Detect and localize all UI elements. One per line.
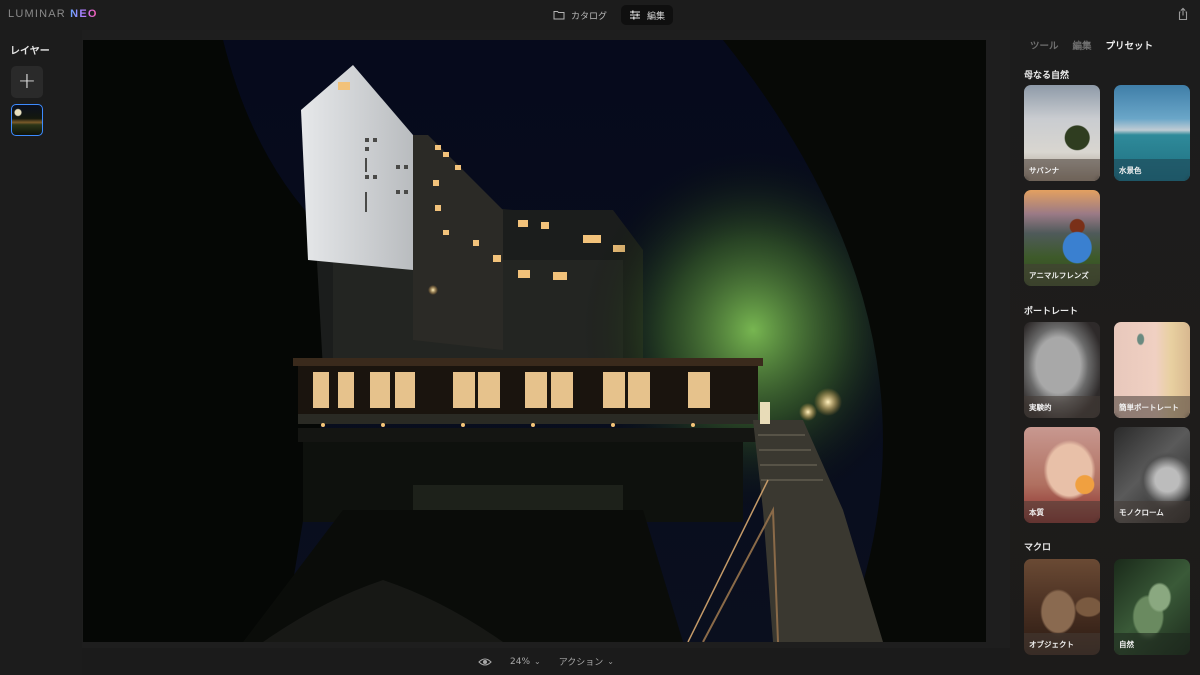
preset-card-object[interactable]: オブジェクト <box>1024 559 1100 655</box>
section-title-macro: マクロ <box>1024 543 1052 553</box>
catalog-mode-button[interactable]: カタログ <box>545 5 615 25</box>
preset-card-waterscape[interactable]: 水景色 <box>1114 85 1190 181</box>
preset-card-experimental[interactable]: 実験的 <box>1024 322 1100 418</box>
photo-canvas[interactable] <box>83 40 986 642</box>
catalog-mode-label: カタログ <box>571 11 608 22</box>
preset-label: 実験的 <box>1024 396 1100 418</box>
preset-label: オブジェクト <box>1024 633 1100 655</box>
actions-dropdown[interactable]: アクション ⌄ <box>559 655 614 668</box>
preview-toggle[interactable] <box>478 657 492 667</box>
preset-label: 水景色 <box>1114 159 1190 181</box>
bottom-toolbar: 24% ⌄ アクション ⌄ <box>82 648 1010 675</box>
preset-card-easy-portrait[interactable]: 簡単ポートレート <box>1114 322 1190 418</box>
preset-card-essence[interactable]: 本質 <box>1024 427 1100 523</box>
preset-label: 自然 <box>1114 633 1190 655</box>
preset-card-monochrome[interactable]: モノクローム <box>1114 427 1190 523</box>
layers-panel: レイヤー + <box>0 30 82 675</box>
canvas-area <box>82 30 1010 648</box>
edit-mode-button[interactable]: 編集 <box>621 5 674 25</box>
preset-card-nature[interactable]: 自然 <box>1114 559 1190 655</box>
tab-presets[interactable]: プリセット <box>1106 38 1154 52</box>
tab-edit[interactable]: 編集 <box>1073 38 1092 52</box>
section-title-nature: 母なる自然 <box>1024 71 1070 81</box>
plus-icon: + <box>17 69 37 94</box>
share-icon[interactable] <box>1176 7 1190 21</box>
add-layer-button[interactable]: + <box>11 66 43 98</box>
panel-tabs: ツール 編集 プリセット <box>1030 38 1153 52</box>
logo-accent: NEO <box>70 8 98 20</box>
preset-label: モノクローム <box>1114 501 1190 523</box>
layer-thumbnail[interactable] <box>11 104 43 136</box>
tab-tools[interactable]: ツール <box>1030 38 1059 52</box>
preset-label: アニマルフレンズ <box>1024 264 1100 286</box>
zoom-value: 24% <box>510 656 531 667</box>
mode-switcher: カタログ 編集 <box>545 5 674 25</box>
actions-label: アクション <box>558 658 604 668</box>
zoom-dropdown[interactable]: 24% ⌄ <box>510 657 541 667</box>
logo-primary: LUMINAR <box>8 8 66 20</box>
section-title-portrait: ポートレート <box>1024 307 1079 317</box>
eye-icon <box>478 657 492 666</box>
preset-label: 簡単ポートレート <box>1114 396 1190 418</box>
preset-label: サバンナ <box>1024 159 1100 181</box>
chevron-down-icon: ⌄ <box>534 657 541 666</box>
layers-title: レイヤー <box>10 46 50 57</box>
sliders-icon <box>630 10 641 20</box>
folder-icon <box>553 11 565 20</box>
preset-label: 本質 <box>1024 501 1100 523</box>
preset-card-savanna[interactable]: サバンナ <box>1024 85 1100 181</box>
edit-mode-label: 編集 <box>647 11 666 22</box>
presets-panel: ツール 編集 プリセット 母なる自然 サバンナ 水景色 アニマルフレンズ ポート… <box>1010 30 1200 675</box>
chevron-down-icon: ⌄ <box>607 657 614 666</box>
top-bar: LUMINAR NEO カタログ 編集 <box>0 0 1200 30</box>
app-logo: LUMINAR NEO <box>8 8 98 20</box>
preset-card-animal-friends[interactable]: アニマルフレンズ <box>1024 190 1100 286</box>
night-hotel-photo <box>83 40 986 642</box>
